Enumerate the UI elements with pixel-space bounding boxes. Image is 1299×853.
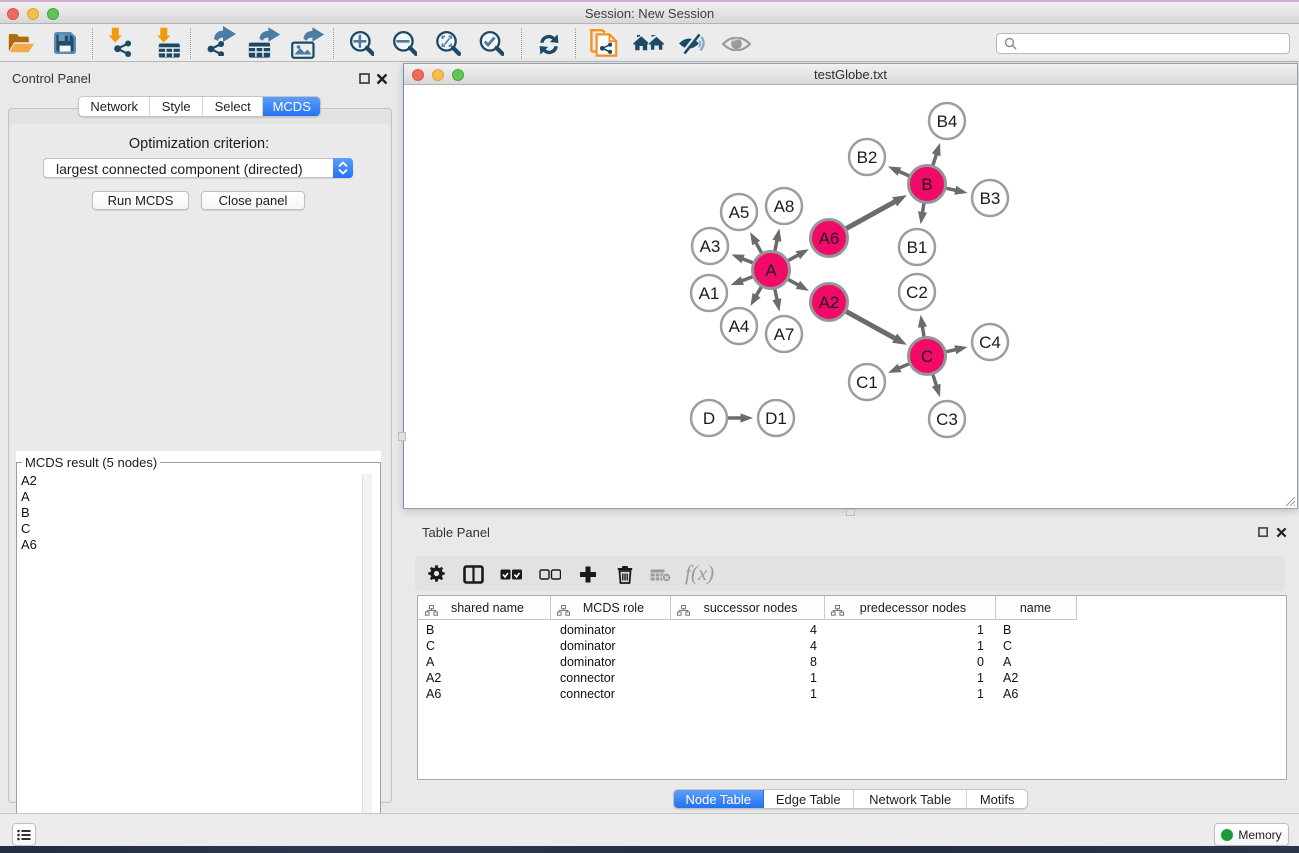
svg-text:D: D [703, 409, 715, 428]
svg-text:C1: C1 [856, 373, 878, 392]
svg-text:B4: B4 [937, 112, 958, 131]
svg-text:A8: A8 [774, 197, 795, 216]
svg-text:B: B [921, 175, 932, 194]
svg-text:A4: A4 [729, 317, 750, 336]
svg-text:A7: A7 [774, 325, 795, 344]
svg-text:C: C [921, 347, 933, 366]
svg-text:D1: D1 [765, 409, 787, 428]
svg-text:B1: B1 [907, 238, 928, 257]
svg-text:C3: C3 [936, 410, 958, 429]
svg-text:A1: A1 [699, 284, 720, 303]
svg-text:B2: B2 [857, 148, 878, 167]
svg-text:A3: A3 [700, 237, 721, 256]
svg-text:A6: A6 [819, 229, 840, 248]
svg-text:B3: B3 [980, 189, 1001, 208]
svg-text:C4: C4 [979, 333, 1001, 352]
svg-text:C2: C2 [906, 283, 928, 302]
svg-text:A5: A5 [729, 203, 750, 222]
svg-text:A: A [765, 261, 777, 280]
svg-text:A2: A2 [819, 293, 840, 312]
